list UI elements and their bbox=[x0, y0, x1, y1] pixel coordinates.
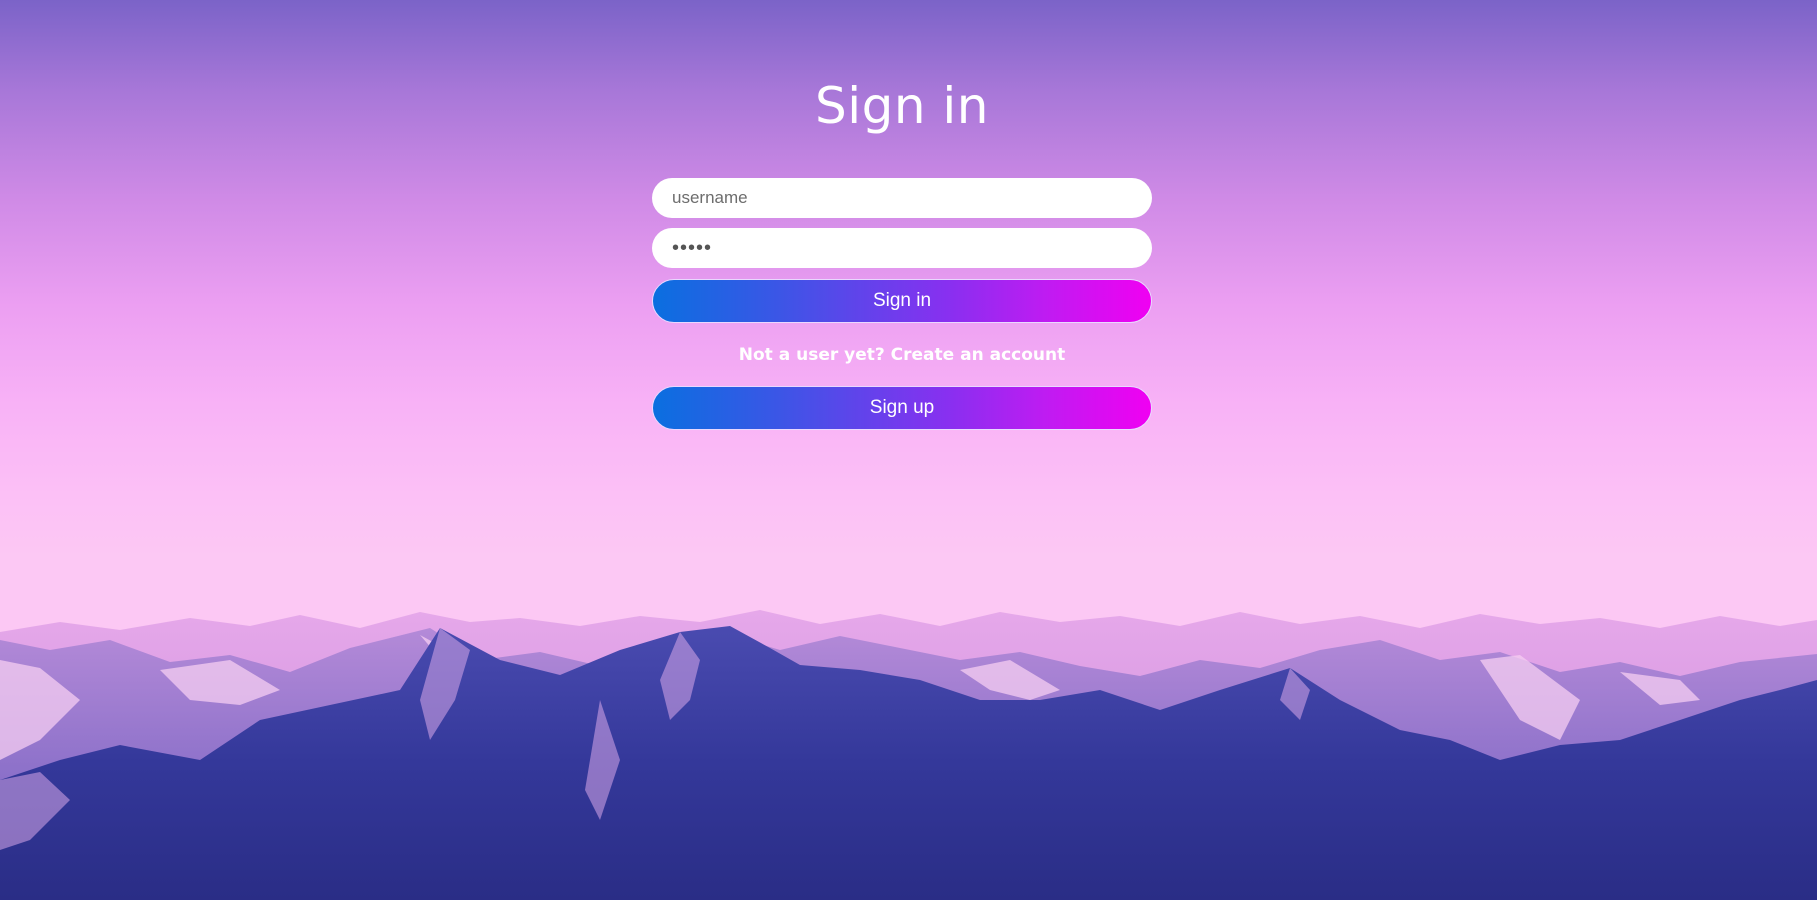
page-title: Sign in bbox=[814, 77, 990, 135]
create-account-link[interactable]: Not a user yet? Create an account bbox=[652, 342, 1152, 368]
login-page: Sign in Sign in Not a user yet? Create a… bbox=[0, 0, 1817, 900]
username-input[interactable] bbox=[652, 178, 1152, 218]
sign-in-button[interactable]: Sign in bbox=[652, 279, 1152, 323]
sign-up-button[interactable]: Sign up bbox=[652, 386, 1152, 430]
password-input[interactable] bbox=[652, 228, 1152, 268]
